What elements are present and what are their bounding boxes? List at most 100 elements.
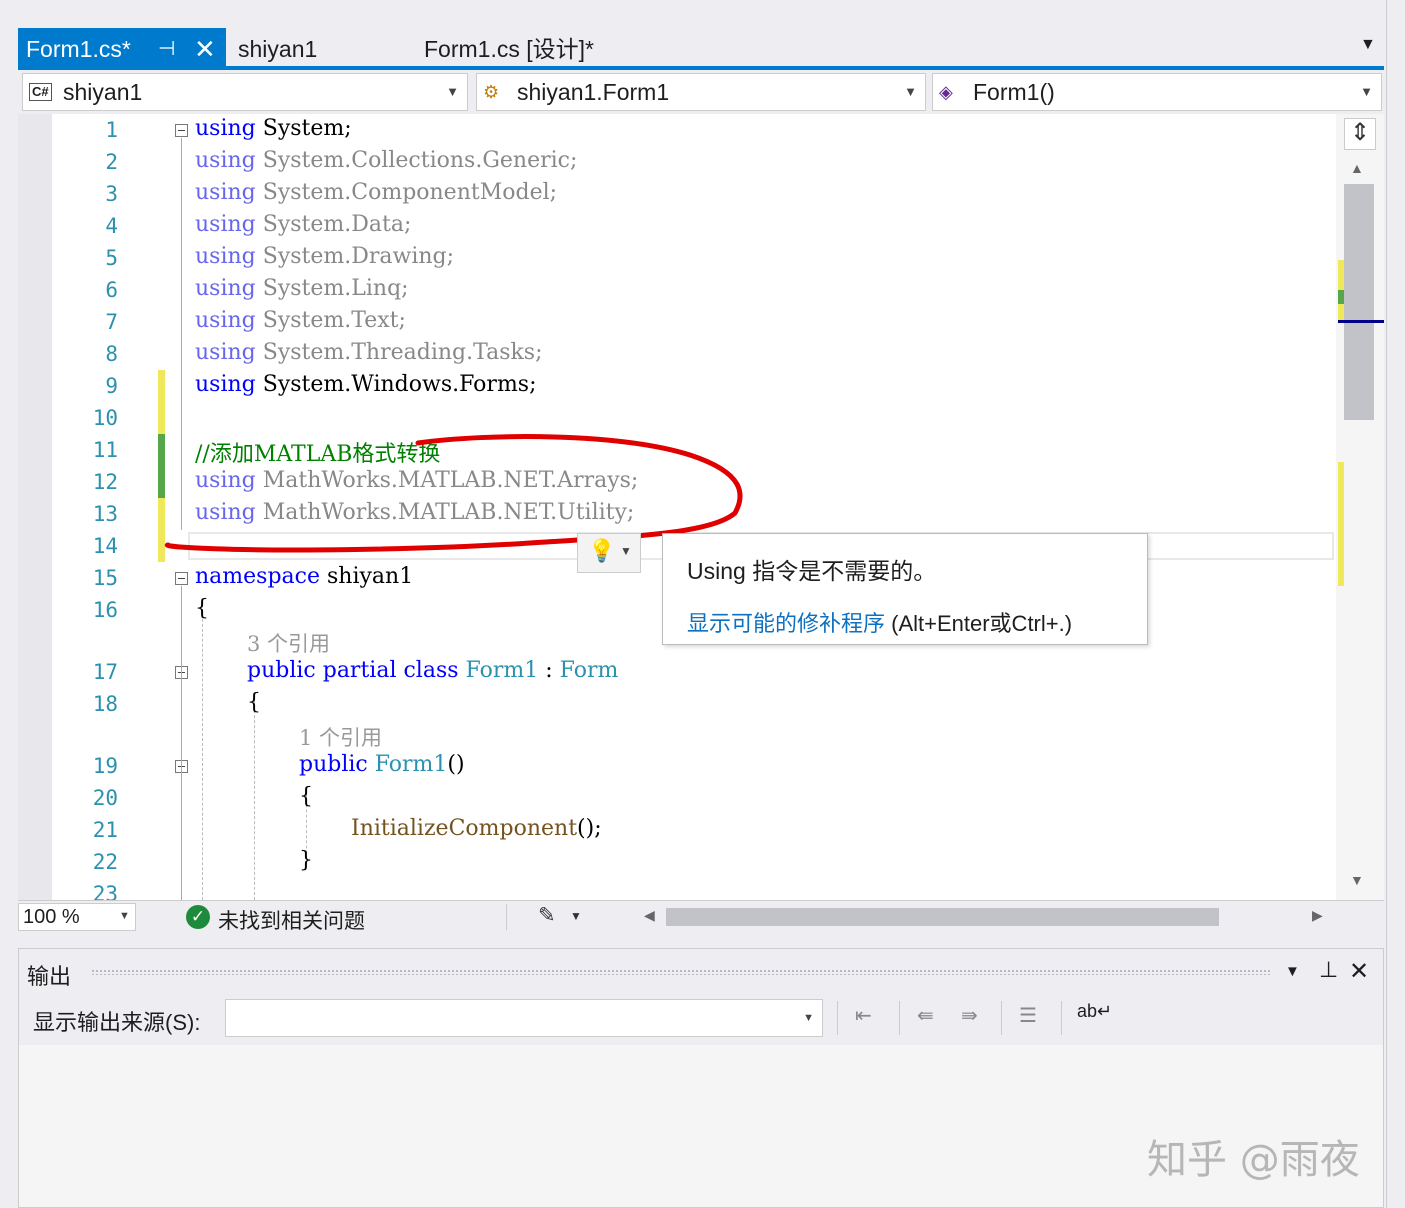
- chevron-down-icon[interactable]: ▼: [570, 909, 582, 923]
- code-line: }: [299, 848, 313, 873]
- chevron-down-icon: ▼: [119, 910, 130, 922]
- line-number: 11: [92, 438, 118, 462]
- watermark-text: 知乎 @雨夜: [1147, 1137, 1360, 1183]
- line-number: 5: [105, 246, 118, 270]
- clear-all-icon[interactable]: ☰: [1019, 1003, 1037, 1028]
- close-icon[interactable]: ✕: [194, 28, 216, 70]
- line-number: 1: [105, 118, 118, 142]
- line-number: 7: [105, 310, 118, 334]
- tab-label: shiyan1: [238, 36, 318, 62]
- line-number: 2: [105, 150, 118, 174]
- collapse-icon[interactable]: [175, 572, 188, 585]
- class-icon: ⚙: [483, 82, 500, 102]
- collapse-icon[interactable]: [175, 124, 188, 137]
- line-number: 23: [92, 882, 118, 900]
- scrollbar-thumb[interactable]: [1344, 184, 1374, 420]
- output-title: 输出: [27, 964, 72, 989]
- show-fixes-link[interactable]: 显示可能的修补程序: [687, 611, 885, 636]
- code-line-unused-using: using System.Linq;: [195, 276, 409, 301]
- shortcut-hint: (Alt+Enter或Ctrl+.): [885, 611, 1073, 636]
- zoom-dropdown[interactable]: 100 % ▼: [18, 903, 136, 931]
- indent-guide: [202, 604, 203, 900]
- chevron-down-icon: ▼: [1360, 84, 1373, 99]
- vertical-scrollbar[interactable]: ⇕ ▲ ▼: [1336, 114, 1384, 900]
- scroll-right-icon[interactable]: ▶: [1312, 907, 1323, 924]
- chevron-down-icon: ▼: [904, 84, 917, 99]
- type-dropdown[interactable]: ⚙ shiyan1.Form1 ▼: [476, 73, 926, 111]
- project-dropdown[interactable]: C# shiyan1 ▼: [22, 73, 468, 111]
- type-name: shiyan1.Form1: [517, 79, 670, 105]
- go-to-line-icon[interactable]: ⇤: [855, 1003, 872, 1028]
- scroll-up-icon[interactable]: ▲: [1350, 160, 1364, 176]
- line-number: 14: [92, 534, 118, 558]
- codelens-references[interactable]: 1 个引用: [299, 722, 382, 752]
- divider: [506, 904, 507, 930]
- editor-status-bar: 100 % ▼ ✓ 未找到相关问题 ✎ ▼ ◀ ▶: [18, 900, 1384, 935]
- divider: [899, 1001, 900, 1035]
- pin-icon[interactable]: ⊣: [158, 28, 175, 70]
- code-line-unused-using: using System.Text;: [195, 308, 406, 333]
- word-wrap-icon[interactable]: ab↵: [1077, 1001, 1112, 1022]
- caret-position-marker: [1338, 320, 1384, 323]
- line-number: 16: [92, 598, 118, 622]
- tab-shiyan1[interactable]: shiyan1: [238, 28, 317, 68]
- chevron-down-icon: ▼: [446, 84, 459, 99]
- member-dropdown[interactable]: ◈ Form1() ▼: [932, 73, 1382, 111]
- method-cube-icon: ◈: [939, 82, 953, 102]
- navigation-bar: C# shiyan1 ▼ ⚙ shiyan1.Form1 ▼ ◈ Form1()…: [18, 70, 1384, 114]
- next-message-icon[interactable]: ⇛: [961, 1003, 978, 1028]
- line-number: 15: [92, 566, 118, 590]
- line-number: 3: [105, 182, 118, 206]
- line-number: 20: [92, 786, 118, 810]
- tab-form1-cs[interactable]: Form1.cs* ⊣ ✕: [18, 28, 226, 68]
- divider: [1061, 1001, 1062, 1035]
- lightbulb-icon: 💡: [588, 538, 616, 563]
- chevron-down-icon[interactable]: ▼: [1360, 36, 1376, 54]
- tab-label: Form1.cs*: [26, 36, 131, 62]
- output-source-label: 显示输出来源(S):: [33, 1010, 201, 1035]
- code-line-unused-using: using System.Data;: [195, 212, 412, 237]
- document-tab-strip: Form1.cs* ⊣ ✕ shiyan1 Form1.cs [设计]*: [18, 28, 1384, 68]
- divider: [837, 1001, 838, 1035]
- quick-actions-button[interactable]: 💡 ▼: [577, 533, 641, 573]
- tab-form1-designer[interactable]: Form1.cs [设计]*: [424, 28, 594, 68]
- code-cleanup-brush-icon[interactable]: ✎: [538, 903, 556, 928]
- panel-grip[interactable]: [91, 969, 1271, 975]
- close-icon[interactable]: ✕: [1349, 957, 1369, 986]
- tooltip-message: Using 指令是不需要的。: [687, 558, 937, 584]
- line-number: 12: [92, 470, 118, 494]
- code-line: public Form1(): [299, 752, 465, 777]
- previous-message-icon[interactable]: ⇚: [917, 1003, 934, 1028]
- pin-icon[interactable]: ⊥: [1319, 957, 1338, 983]
- line-number: 19: [92, 754, 118, 778]
- chevron-down-icon[interactable]: ▼: [1285, 963, 1300, 980]
- line-number: 22: [92, 850, 118, 874]
- chevron-down-icon: ▼: [803, 1012, 814, 1024]
- line-number: 21: [92, 818, 118, 842]
- code-line: {: [299, 784, 313, 809]
- change-map-marker: [1338, 462, 1344, 586]
- chevron-down-icon: ▼: [620, 544, 632, 558]
- red-annotation-circle: [164, 434, 743, 553]
- code-line: public partial class Form1 : Form: [247, 658, 619, 683]
- scroll-down-icon[interactable]: ▼: [1350, 872, 1364, 888]
- change-map-marker: [1338, 290, 1344, 304]
- quick-info-tooltip: Using 指令是不需要的。 显示可能的修补程序 (Alt+Enter或Ctrl…: [662, 533, 1148, 645]
- horizontal-scrollbar-thumb[interactable]: [666, 908, 1219, 926]
- line-number: 13: [92, 502, 118, 526]
- change-map-marker: [1338, 260, 1344, 290]
- split-window-icon[interactable]: ⇕: [1344, 118, 1376, 150]
- code-line: namespace shiyan1: [195, 564, 414, 589]
- scroll-left-icon[interactable]: ◀: [644, 907, 655, 924]
- tab-label: Form1.cs [设计]*: [424, 36, 594, 62]
- output-source-dropdown[interactable]: ▼: [225, 999, 823, 1037]
- divider: [1001, 1001, 1002, 1035]
- line-number: 6: [105, 278, 118, 302]
- output-toolbar: 显示输出来源(S): ▼ ⇤ ⇚ ⇛ ☰ ab↵: [19, 995, 1383, 1045]
- fold-line: [181, 586, 182, 900]
- output-panel: 输出 ▼ ⊥ ✕ 显示输出来源(S): ▼ ⇤ ⇚ ⇛ ☰ ab↵ 知乎 @雨夜: [18, 948, 1384, 1208]
- codelens-references[interactable]: 3 个引用: [247, 628, 330, 658]
- csharp-project-icon: C#: [29, 83, 52, 101]
- code-line: using System;: [195, 116, 352, 141]
- issues-status[interactable]: 未找到相关问题: [218, 905, 365, 935]
